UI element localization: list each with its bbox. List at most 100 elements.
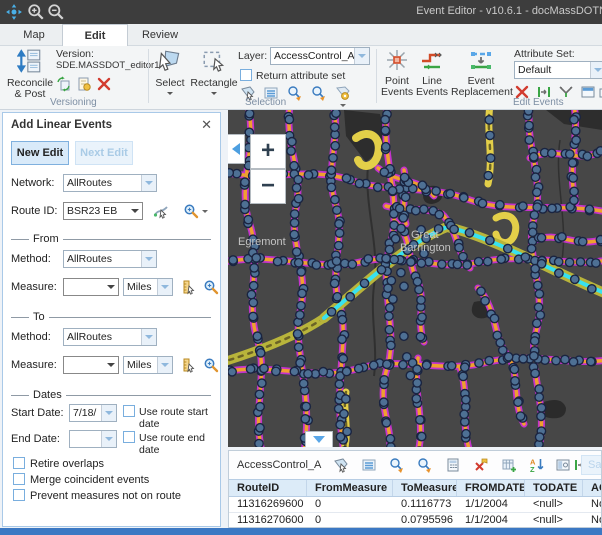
network-combo[interactable]: AllRoutes	[63, 174, 157, 192]
table-row[interactable]: 11316270600 0 0.0795596 1/1/2004 <null> …	[229, 513, 602, 528]
map-canvas[interactable]: Egremont Great Barrington + −	[228, 110, 602, 447]
table-add-record-icon[interactable]	[501, 457, 517, 473]
zoom-in-icon[interactable]	[27, 3, 45, 21]
tab-map[interactable]: Map	[8, 24, 60, 46]
table-sort-icon[interactable]	[529, 457, 545, 473]
to-measure-pick-icon[interactable]	[181, 357, 197, 373]
table-calculate-icon[interactable]	[445, 457, 461, 473]
line-events-button[interactable]: Line Events	[415, 48, 449, 98]
zoom-to-selection-icon[interactable]	[287, 85, 303, 101]
use-route-end-checkbox[interactable]	[123, 431, 135, 443]
new-edit-button[interactable]: New Edit	[11, 141, 69, 165]
next-edit-button[interactable]: Next Edit	[75, 141, 133, 165]
from-measure-pick-icon[interactable]	[181, 279, 197, 295]
column-header-routeid[interactable]: RouteID	[229, 480, 307, 496]
tab-review[interactable]: Review	[130, 24, 190, 46]
use-route-start-checkbox[interactable]	[123, 405, 135, 417]
to-method-combo[interactable]: AllRoutes	[63, 328, 157, 346]
route-zoom-caret[interactable]	[202, 210, 208, 216]
pan-to-selection-icon[interactable]	[311, 85, 327, 101]
version-label: Version:	[56, 48, 94, 60]
table-clear-selection-icon[interactable]	[473, 457, 489, 473]
to-units-combo[interactable]: Miles	[123, 356, 173, 374]
reconcile-post-button[interactable]: Reconcile & Post	[4, 48, 56, 100]
collapse-table-arrow[interactable]	[305, 431, 333, 447]
tab-edit[interactable]: Edit	[62, 24, 128, 46]
from-units-combo[interactable]: Miles	[123, 278, 173, 296]
cell-fromdate: 1/1/2004	[457, 513, 525, 528]
column-header-fromdate[interactable]: FROMDATE	[457, 480, 525, 496]
panel-close-icon[interactable]: ✕	[201, 117, 212, 133]
panel-title: Add Linear Events	[11, 119, 112, 131]
window-bottom-strip	[0, 528, 602, 535]
start-date-combo[interactable]: 7/18/	[69, 404, 117, 422]
table-zoom-selected-icon[interactable]	[389, 457, 405, 473]
reconcile-versions-icon[interactable]	[56, 76, 72, 92]
layer-label: Layer:	[238, 50, 267, 62]
delete-version-icon[interactable]	[96, 76, 112, 92]
layer-combo[interactable]: AccessControl_A	[270, 47, 370, 65]
new-version-icon[interactable]	[76, 76, 92, 92]
rectangle-tool-button[interactable]: Rectangle	[190, 48, 238, 101]
from-method-label: Method:	[11, 253, 51, 265]
to-measure-combo-arrow[interactable]	[103, 357, 118, 373]
table-pan-selected-icon[interactable]	[417, 457, 433, 473]
map-zoom-out-button[interactable]: −	[250, 169, 286, 204]
from-units-combo-arrow[interactable]	[157, 279, 172, 295]
network-combo-arrow[interactable]	[141, 175, 156, 191]
attribute-set-combo[interactable]: Default	[514, 61, 602, 79]
to-measure-combo[interactable]	[63, 356, 119, 374]
copy-event-icon[interactable]	[598, 84, 602, 100]
from-measure-zoom-icon[interactable]	[203, 279, 219, 295]
route-id-combo[interactable]: BSR23 EB	[63, 202, 143, 220]
from-method-combo-arrow[interactable]	[141, 251, 156, 267]
selection-options-icon[interactable]	[335, 85, 351, 101]
column-header-todate[interactable]: TODATE	[525, 480, 583, 496]
map-zoom-in-button[interactable]: +	[250, 134, 286, 169]
layer-combo-arrow[interactable]	[354, 48, 369, 64]
event-replacement-button[interactable]: Event Replacement	[451, 48, 511, 98]
attribute-set-label: Attribute Set:	[514, 48, 575, 60]
table-select-icon[interactable]	[333, 457, 349, 473]
column-header-access[interactable]: ACC	[583, 480, 602, 496]
zoom-out-icon[interactable]	[47, 3, 65, 21]
from-measure-combo[interactable]	[63, 278, 119, 296]
table-list-icon[interactable]	[361, 457, 377, 473]
table-row[interactable]: 11316269600 0 0.1116773 1/1/2004 <null> …	[229, 497, 602, 513]
to-measure-zoom-icon[interactable]	[203, 357, 219, 373]
map-zoom-control: + −	[250, 134, 286, 205]
end-date-combo-arrow[interactable]	[101, 431, 116, 447]
collapse-panel-arrow[interactable]	[228, 134, 245, 164]
route-id-combo-arrow[interactable]	[127, 203, 142, 219]
select-tool-button[interactable]: Select	[152, 48, 188, 101]
prevent-measures-checkbox[interactable]	[13, 489, 25, 501]
from-method-combo[interactable]: AllRoutes	[63, 250, 157, 268]
from-measure-label: Measure:	[11, 281, 57, 293]
to-method-combo-arrow[interactable]	[141, 329, 156, 345]
route-pick-icon[interactable]	[153, 203, 169, 219]
cell-todate: <null>	[525, 513, 583, 528]
prevent-measures-label: Prevent measures not on route	[30, 490, 181, 502]
return-attribute-set-checkbox[interactable]	[240, 69, 252, 81]
attribute-set-combo-arrow[interactable]	[590, 62, 602, 78]
pan-icon[interactable]	[5, 3, 23, 21]
to-units-combo-arrow[interactable]	[157, 357, 172, 373]
use-route-start-label: Use route start date	[139, 406, 220, 430]
table-form-icon[interactable]	[555, 457, 571, 473]
start-date-combo-arrow[interactable]	[101, 405, 116, 421]
start-date-label: Start Date:	[11, 407, 64, 419]
column-header-tomeasure[interactable]: ToMeasure	[393, 480, 457, 496]
from-measure-combo-arrow[interactable]	[103, 279, 118, 295]
merge-coincident-checkbox[interactable]	[13, 473, 25, 485]
point-events-button[interactable]: Point Events	[381, 48, 413, 98]
point-events-icon	[385, 48, 409, 72]
end-date-combo[interactable]	[69, 430, 117, 448]
retire-overlaps-checkbox[interactable]	[13, 457, 25, 469]
route-zoom-icon[interactable]	[183, 203, 199, 219]
to-section-label: To	[29, 311, 49, 323]
to-measure-label: Measure:	[11, 359, 57, 371]
event-panel-icon[interactable]	[580, 84, 596, 100]
table-save-button[interactable]: Sa	[581, 455, 602, 475]
column-header-frommeasure[interactable]: FromMeasure	[307, 480, 393, 496]
cell-tomeasure: 0.1116773	[393, 497, 457, 512]
